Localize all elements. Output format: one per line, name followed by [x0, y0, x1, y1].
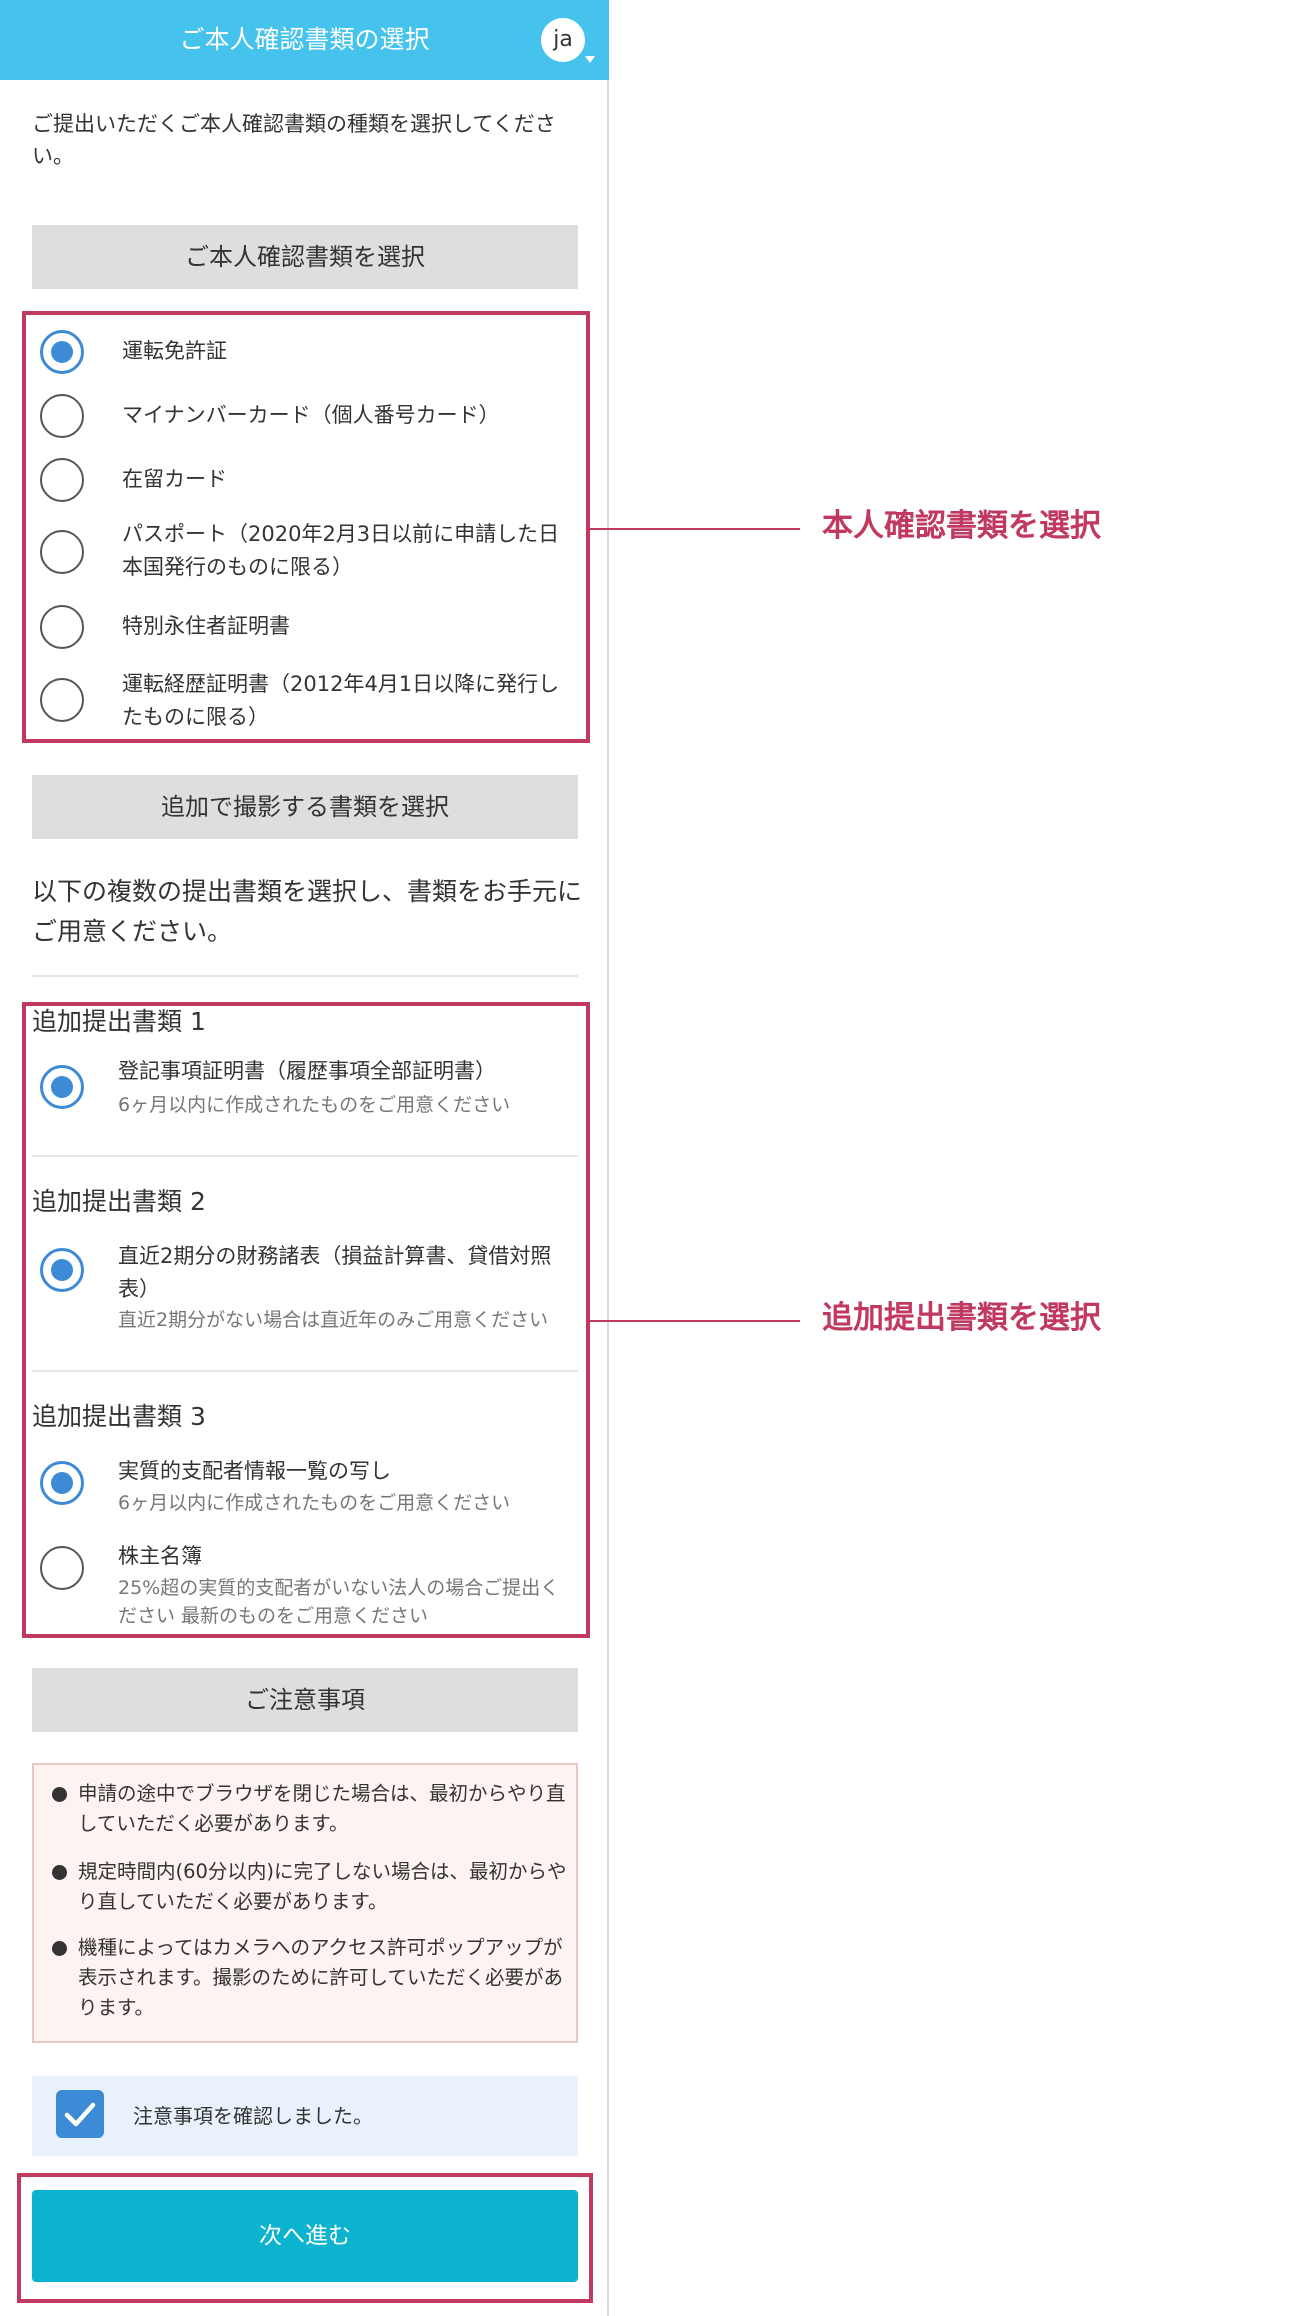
notice-box: 申請の途中でブラウザを閉じた場合は、最初からやり直していただく必要があります。 …	[32, 1763, 578, 2043]
annotation-box-next-button	[17, 2173, 593, 2303]
user-avatar[interactable]: ja	[541, 18, 585, 62]
confirm-checkbox-row[interactable]: 注意事項を確認しました。	[32, 2076, 578, 2156]
annotation-label-additional-select: 追加提出書類を選択	[822, 1300, 1101, 1336]
confirm-checkbox[interactable]	[56, 2090, 104, 2138]
section-heading-additional: 追加で撮影する書類を選択	[32, 775, 578, 839]
annotation-line-id-select	[590, 528, 800, 530]
bullet-icon	[52, 1941, 67, 1956]
bullet-icon	[52, 1865, 67, 1880]
annotation-box-additional-select	[22, 1002, 590, 1638]
notice-item: 申請の途中でブラウザを閉じた場合は、最初からやり直していただく必要があります。	[52, 1779, 566, 1839]
annotation-line-additional-select	[590, 1320, 800, 1322]
annotation-box-id-select	[22, 311, 590, 743]
additional-description: 以下の複数の提出書類を選択し、書類をお手元にご用意ください。	[32, 877, 583, 946]
notice-item: 規定時間内(60分以内)に完了しない場合は、最初からやり直していただく必要があり…	[52, 1857, 567, 1917]
bullet-icon	[52, 1787, 67, 1802]
intro-text: ご提出いただくご本人確認書類の種類を選択してください。	[32, 112, 556, 168]
app-header: ご本人確認書類の選択 ja	[0, 0, 609, 80]
section-heading-notice: ご注意事項	[32, 1668, 578, 1732]
annotation-label-id-select: 本人確認書類を選択	[822, 508, 1101, 544]
page-title: ご本人確認書類の選択	[179, 25, 430, 54]
checkmark-icon	[64, 2102, 96, 2127]
divider	[32, 975, 578, 977]
section-heading-id: ご本人確認書類を選択	[32, 225, 578, 289]
chevron-down-icon[interactable]	[585, 56, 595, 63]
confirm-label: 注意事項を確認しました。	[133, 2104, 373, 2128]
notice-item: 機種によってはカメラへのアクセス許可ポップアップが表示されます。撮影のために許可…	[52, 1933, 563, 2023]
